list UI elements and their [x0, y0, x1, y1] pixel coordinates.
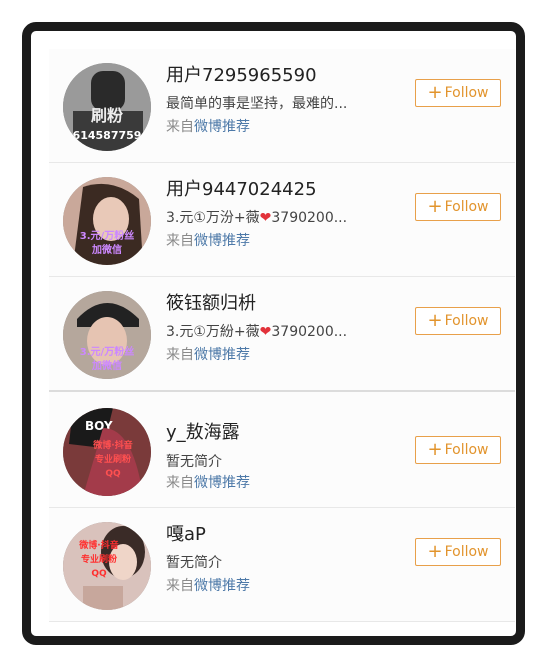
avatar[interactable]: 3.元/万粉丝 加微信	[63, 177, 151, 265]
user-name[interactable]: 筱钰额归枡	[166, 289, 256, 315]
svg-text:微博·抖音: 微博·抖音	[92, 439, 132, 451]
bio-text: 3790200...	[271, 324, 348, 340]
follow-button[interactable]: + Follow	[415, 436, 501, 464]
source-prefix: 来自	[166, 578, 194, 594]
user-bio: 最简单的事是坚持，最难的...	[166, 96, 348, 112]
follow-button[interactable]: + Follow	[415, 307, 501, 335]
svg-text:专业刷粉: 专业刷粉	[95, 453, 131, 465]
source-prefix: 来自	[166, 119, 194, 135]
user-name[interactable]: 用户7295965590	[166, 61, 317, 87]
list-item[interactable]: 微博·抖音 专业刷粉 QQ 嘎aP 暂无简介 来自微博推荐 + Follow	[49, 508, 515, 622]
heart-icon: ❤	[259, 210, 272, 226]
follow-label: Follow	[444, 442, 489, 458]
follow-button[interactable]: + Follow	[415, 538, 501, 566]
bio-text: 3.元①万汾+薇	[166, 210, 260, 226]
source-prefix: 来自	[166, 475, 194, 491]
plus-icon: +	[427, 439, 443, 460]
follow-button[interactable]: + Follow	[415, 79, 501, 107]
svg-text:加微信: 加微信	[91, 243, 122, 256]
source-line: 来自微博推荐	[166, 472, 250, 492]
list-item[interactable]: 3.元/万粉丝 加微信 用户9447024425 3.元①万汾+薇❤379020…	[49, 163, 515, 277]
source-link[interactable]: 微博推荐	[194, 578, 250, 594]
source-line: 来自微博推荐	[166, 230, 250, 250]
user-bio: 3.元①万汾+薇❤3790200...	[166, 207, 366, 227]
user-bio: 暂无简介	[166, 454, 222, 470]
user-name[interactable]: y_敖海露	[166, 418, 240, 444]
source-line: 来自微博推荐	[166, 575, 250, 595]
svg-text:3.元/万粉丝: 3.元/万粉丝	[80, 345, 134, 358]
follow-label: Follow	[444, 313, 489, 329]
list-item[interactable]: BOY 微博·抖音 专业刷粉 QQ y_敖海露 暂无简介 来自微博推荐 + Fol…	[49, 392, 515, 508]
svg-text:加微信: 加微信	[91, 359, 122, 372]
avatar[interactable]: 3.元/万粉丝 加微信	[63, 291, 151, 379]
bio-text: 3790200...	[271, 210, 348, 226]
user-bio: 3.元①万紛+薇❤3790200...	[166, 321, 366, 341]
source-prefix: 来自	[166, 233, 194, 249]
list-item[interactable]: 3.元/万粉丝 加微信 筱钰额归枡 3.元①万紛+薇❤3790200... 来自…	[49, 277, 515, 392]
plus-icon: +	[427, 310, 443, 331]
follow-label: Follow	[444, 199, 489, 215]
source-line: 来自微博推荐	[166, 344, 250, 364]
follow-button[interactable]: + Follow	[415, 193, 501, 221]
user-name[interactable]: 嘎aP	[166, 520, 206, 546]
plus-icon: +	[427, 82, 443, 103]
user-list: 刷粉 614587759 用户7295965590 最简单的事是坚持，最难的..…	[49, 49, 515, 622]
user-bio: 暂无简介	[166, 555, 222, 571]
svg-text:微博·抖音: 微博·抖音	[78, 539, 118, 551]
follow-label: Follow	[444, 544, 489, 560]
avatar[interactable]: 刷粉 614587759	[63, 63, 151, 151]
source-link[interactable]: 微博推荐	[194, 475, 250, 491]
svg-text:QQ: QQ	[105, 469, 121, 479]
avatar[interactable]: BOY 微博·抖音 专业刷粉 QQ	[63, 408, 151, 496]
svg-text:刷粉: 刷粉	[91, 106, 123, 125]
source-link[interactable]: 微博推荐	[194, 233, 250, 249]
user-name[interactable]: 用户9447024425	[166, 175, 317, 201]
plus-icon: +	[427, 541, 443, 562]
device-frame: 刷粉 614587759 用户7295965590 最简单的事是坚持，最难的..…	[22, 22, 525, 645]
source-link[interactable]: 微博推荐	[194, 119, 250, 135]
svg-text:专业刷粉: 专业刷粉	[81, 553, 117, 565]
plus-icon: +	[427, 196, 443, 217]
svg-text:614587759: 614587759	[73, 129, 142, 142]
source-prefix: 来自	[166, 347, 194, 363]
bio-text: 3.元①万紛+薇	[166, 324, 260, 340]
list-item[interactable]: 刷粉 614587759 用户7295965590 最简单的事是坚持，最难的..…	[49, 49, 515, 163]
source-link[interactable]: 微博推荐	[194, 347, 250, 363]
source-line: 来自微博推荐	[166, 116, 250, 136]
heart-icon: ❤	[259, 324, 272, 340]
follow-label: Follow	[444, 85, 489, 101]
svg-text:3.元/万粉丝: 3.元/万粉丝	[80, 229, 134, 242]
avatar[interactable]: 微博·抖音 专业刷粉 QQ	[63, 522, 151, 610]
svg-text:QQ: QQ	[91, 569, 107, 579]
